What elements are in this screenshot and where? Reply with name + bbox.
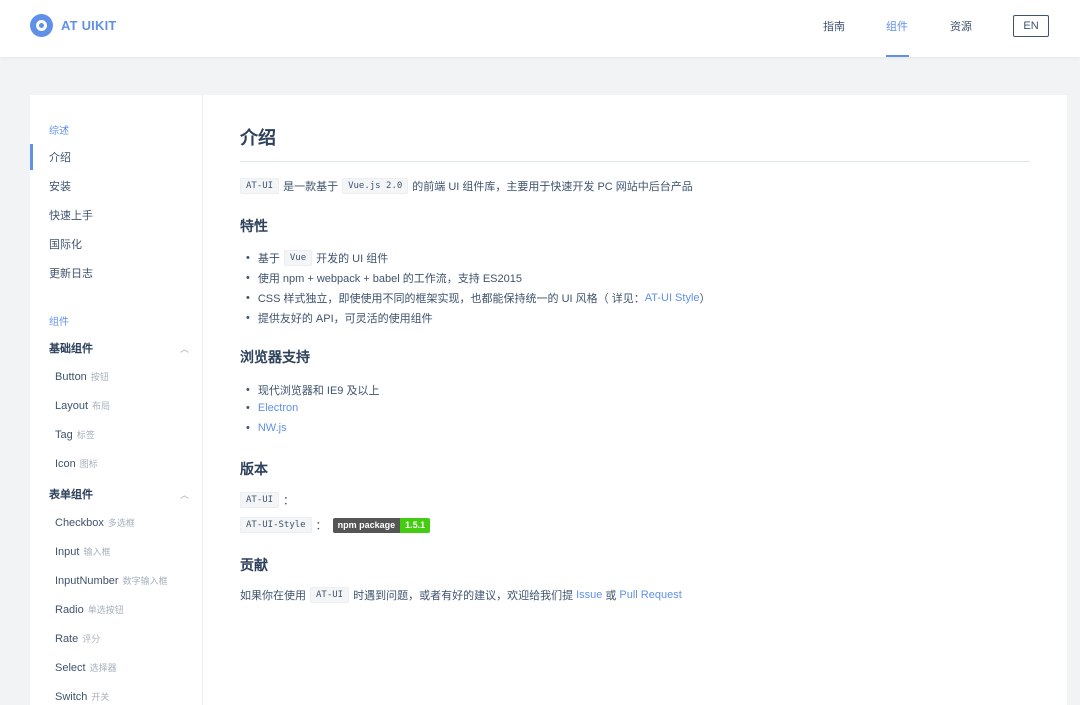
list-item: 提供友好的 API，可灵活的使用组件	[246, 310, 433, 326]
top-header: AT UIKIT 指南 组件 资源 EN	[0, 0, 1080, 57]
list-item: CSS 样式独立，即使使用不同的框架实现，也都能保持统一的 UI 风格（ 详见：…	[246, 290, 711, 306]
sidebar-section-basic[interactable]: 基础组件 ︿	[49, 340, 189, 356]
list-item: 基于 Vue 开发的 UI 组件	[246, 250, 388, 266]
intro-paragraph: AT-UI 是一款基于 Vue.js 2.0 的前端 UI 组件库，主要用于快速…	[240, 178, 693, 194]
sidebar-item-install[interactable]: 安装	[49, 178, 71, 194]
sidebar-section-label: 表单组件	[49, 489, 93, 501]
sidebar-item-quickstart[interactable]: 快速上手	[49, 207, 93, 223]
sidebar-item-button[interactable]: Button 按钮	[55, 370, 109, 383]
sidebar-item-intro[interactable]: 介绍	[30, 144, 71, 170]
section-heading-browser: 浏览器支持	[240, 349, 310, 365]
sidebar-section-label: 基础组件	[49, 343, 93, 355]
contribute-paragraph: 如果你在使用 AT-UI 时遇到问题，或者有好的建议，欢迎给我们提 Issue …	[240, 587, 682, 603]
list-item: 使用 npm + webpack + babel 的工作流，支持 ES2015	[246, 270, 522, 286]
sidebar-item-changelog[interactable]: 更新日志	[49, 265, 93, 281]
nav-guide[interactable]: 指南	[823, 18, 845, 34]
sidebar-item-switch[interactable]: Switch 开关	[55, 690, 109, 703]
npm-version-badge[interactable]: npm package 1.5.1	[332, 517, 431, 533]
chevron-up-icon: ︿	[179, 489, 189, 500]
logo-text: AT UIKIT	[61, 18, 117, 33]
sidebar-item-i18n[interactable]: 国际化	[49, 236, 82, 252]
inline-code: AT-UI-Style	[240, 517, 312, 533]
sidebar-item-inputnumber[interactable]: InputNumber 数字输入框	[55, 574, 168, 587]
main-card: 综述 介绍 安装 快速上手 国际化 更新日志 组件 基础组件 ︿ Button 按…	[30, 95, 1067, 705]
pull-request-link[interactable]: Pull Request	[619, 589, 681, 601]
at-ui-style-link[interactable]: AT-UI Style	[645, 292, 700, 304]
nav-active-indicator	[886, 55, 909, 57]
nwjs-link[interactable]: NW.js	[258, 422, 287, 434]
list-item: NW.js	[246, 422, 287, 434]
section-heading-features: 特性	[240, 218, 268, 234]
chevron-up-icon: ︿	[179, 343, 189, 354]
electron-link[interactable]: Electron	[258, 402, 298, 414]
section-heading-version: 版本	[240, 461, 268, 477]
logo[interactable]: AT UIKIT	[30, 14, 117, 37]
inline-code: Vue	[283, 250, 313, 266]
logo-icon	[30, 14, 53, 37]
version-at-ui-style: AT-UI-Style ： npm package 1.5.1	[240, 517, 431, 533]
sidebar-item-tag[interactable]: Tag 标签	[55, 428, 95, 441]
version-at-ui: AT-UI ：	[240, 492, 294, 508]
sidebar-item-icon[interactable]: Icon 图标	[55, 457, 98, 470]
nav-components[interactable]: 组件	[886, 18, 908, 34]
sidebar-item-rate[interactable]: Rate 评分	[55, 632, 100, 645]
inline-code: AT-UI	[310, 587, 350, 603]
list-item: Electron	[246, 402, 298, 414]
sidebar-item-input[interactable]: Input 输入框	[55, 545, 110, 558]
inline-code: AT-UI	[240, 178, 280, 194]
inline-code: Vue.js 2.0	[342, 178, 409, 194]
sidebar-item-checkbox[interactable]: Checkbox 多选框	[55, 516, 135, 529]
sidebar-item-select[interactable]: Select 选择器	[55, 661, 117, 674]
sidebar-item-radio[interactable]: Radio 单选按钮	[55, 603, 124, 616]
page-title: 介绍	[240, 128, 276, 148]
title-divider	[240, 161, 1030, 162]
sidebar-group-overview: 综述	[49, 126, 69, 137]
language-toggle-button[interactable]: EN	[1013, 15, 1049, 37]
issue-link[interactable]: Issue	[576, 589, 602, 601]
sidebar-item-layout[interactable]: Layout 布局	[55, 399, 110, 412]
sidebar-group-components: 组件	[49, 317, 69, 328]
list-item: 现代浏览器和 IE9 及以上	[246, 382, 380, 398]
inline-code: AT-UI	[240, 492, 280, 508]
section-heading-contribute: 贡献	[240, 557, 268, 573]
sidebar: 综述 介绍 安装 快速上手 国际化 更新日志 组件 基础组件 ︿ Button 按…	[30, 95, 203, 705]
sidebar-section-form[interactable]: 表单组件 ︿	[49, 486, 189, 502]
nav-resources[interactable]: 资源	[950, 18, 972, 34]
